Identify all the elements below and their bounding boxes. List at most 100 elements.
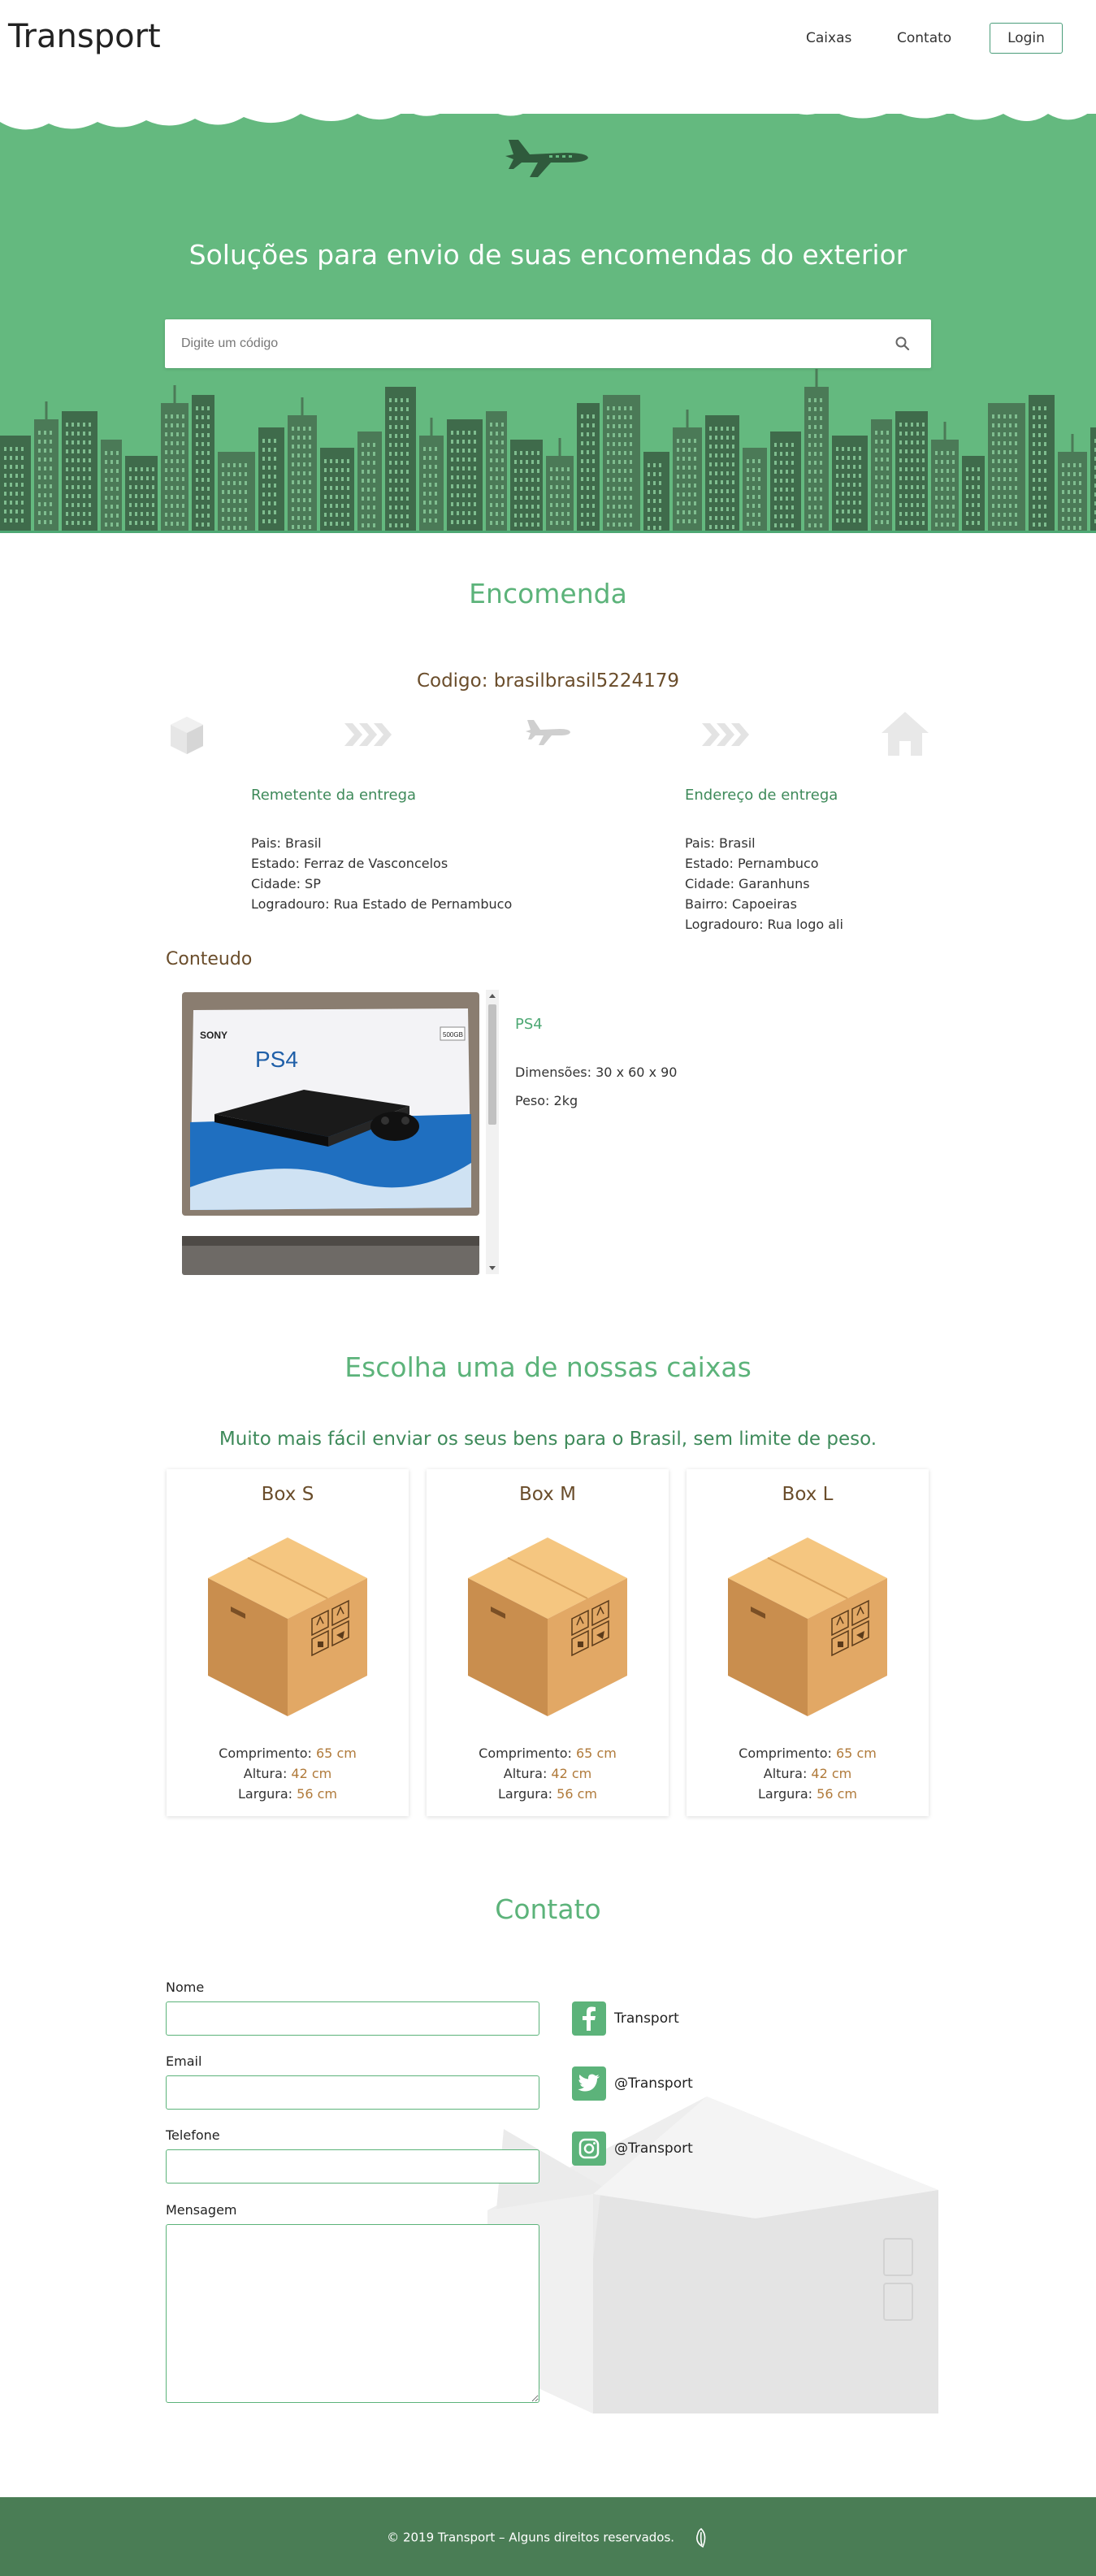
skyline-window xyxy=(451,493,453,497)
skyline-window xyxy=(952,505,955,509)
skyline-window xyxy=(406,443,409,447)
skyline-window xyxy=(899,458,902,462)
skyline-window xyxy=(297,489,300,493)
skyline-window xyxy=(587,513,589,517)
skyline-window xyxy=(457,431,459,435)
skyline-window xyxy=(38,484,41,488)
skyline-window xyxy=(820,523,822,527)
skyline-window xyxy=(1079,490,1081,494)
carousel-scrollbar[interactable] xyxy=(486,990,499,1274)
box-altura: Altura: 42 cm xyxy=(503,1766,592,1781)
skyline-window xyxy=(899,449,902,453)
skyline-window xyxy=(947,478,949,482)
twitter-link[interactable]: @Transport xyxy=(572,2066,693,2101)
skyline-window xyxy=(297,427,300,431)
skyline-window xyxy=(694,457,696,461)
skyline-window xyxy=(922,423,925,427)
skyline-window xyxy=(881,502,883,506)
skyline-window xyxy=(501,458,504,462)
skyline-window xyxy=(239,526,241,530)
skyline-window xyxy=(721,462,723,466)
skyline-window xyxy=(820,488,822,492)
login-button[interactable]: Login xyxy=(990,23,1063,54)
skyline-window xyxy=(309,436,311,440)
box-card-m[interactable]: Box M Comprimento: 65 cm Altura: 42 cm L… xyxy=(427,1469,669,1816)
skyline-window xyxy=(886,440,889,444)
skyline-window xyxy=(146,503,149,507)
skyline-window xyxy=(814,523,817,527)
skyline-window xyxy=(905,503,908,507)
skyline-window xyxy=(367,523,370,527)
skyline-window xyxy=(347,522,349,526)
skyline-window xyxy=(196,496,198,500)
skyline-window xyxy=(905,485,908,489)
skyline-window xyxy=(457,493,459,497)
skyline-window xyxy=(66,440,68,445)
skyline-window xyxy=(395,488,397,492)
skyline-window xyxy=(324,459,327,463)
skyline-window xyxy=(21,510,24,514)
skyline-window xyxy=(341,504,344,508)
skyline-window xyxy=(1015,441,1017,445)
email-field[interactable] xyxy=(166,2075,539,2110)
skyline-window xyxy=(886,502,889,506)
skyline-window xyxy=(341,522,344,526)
nome-field[interactable] xyxy=(166,2001,539,2036)
skyline-window xyxy=(201,478,204,482)
endereco-line: Logradouro: Rua logo ali xyxy=(685,917,843,932)
site-logo[interactable]: Transport xyxy=(8,18,161,55)
skyline-window xyxy=(401,452,403,456)
skyline-window xyxy=(207,415,210,419)
mensagem-field[interactable] xyxy=(166,2224,539,2403)
facebook-link[interactable]: Transport xyxy=(572,2001,679,2036)
search-icon[interactable] xyxy=(895,336,911,352)
instagram-link[interactable]: @Transport xyxy=(572,2131,693,2166)
skyline-window xyxy=(395,416,397,420)
skyline-window xyxy=(116,469,119,473)
skyline-window xyxy=(401,514,403,518)
skyline-window xyxy=(501,467,504,471)
skyline-window xyxy=(630,406,632,410)
skyline-window xyxy=(141,467,143,471)
skyline-window xyxy=(881,475,883,479)
nav-contato-link[interactable]: Contato xyxy=(897,30,951,46)
skyline-window xyxy=(490,449,492,453)
skyline-window xyxy=(998,468,1000,472)
skyline-window xyxy=(468,431,470,435)
skyline-window xyxy=(262,475,265,479)
skyline-window xyxy=(1009,477,1012,481)
skyline-window xyxy=(423,492,426,496)
skyline-window xyxy=(105,523,107,527)
skyline-window xyxy=(688,501,691,505)
skyline-window xyxy=(66,449,68,453)
skyline-window xyxy=(916,503,919,507)
skyline-window xyxy=(423,465,426,469)
skyline-window xyxy=(468,475,470,479)
skyline-window xyxy=(152,485,154,489)
skyline-window xyxy=(607,442,609,446)
skyline-window xyxy=(618,496,621,500)
skyline-window xyxy=(496,512,498,516)
skyline-window xyxy=(1044,433,1046,437)
product-image-carousel[interactable]: SONY PS4 500GB xyxy=(182,992,499,1275)
skyline-window xyxy=(297,436,300,440)
skyline-window xyxy=(362,443,364,447)
skyline-window xyxy=(694,439,696,443)
skyline-window xyxy=(581,450,583,454)
skyline-window xyxy=(201,415,204,419)
telefone-field[interactable] xyxy=(166,2149,539,2184)
skyline-window xyxy=(429,483,431,487)
skyline-window xyxy=(1015,522,1017,526)
skyline-window xyxy=(550,494,552,498)
skyline-window xyxy=(105,478,107,482)
skyline-window xyxy=(429,465,431,469)
skyline-window xyxy=(607,415,609,419)
tracking-code-input[interactable] xyxy=(165,319,880,368)
skyline-window xyxy=(747,513,749,517)
box-card-l[interactable]: Box L Comprimento: 65 cm Altura: 42 cm L… xyxy=(687,1469,929,1816)
nav-caixas-link[interactable]: Caixas xyxy=(806,30,851,46)
box-card-s[interactable]: Box S Comprimento: 65 cm Altura: 42 cm L… xyxy=(167,1469,409,1816)
skyline-window xyxy=(1073,517,1076,521)
skyline-window xyxy=(630,460,632,464)
skyline-window xyxy=(630,505,632,509)
